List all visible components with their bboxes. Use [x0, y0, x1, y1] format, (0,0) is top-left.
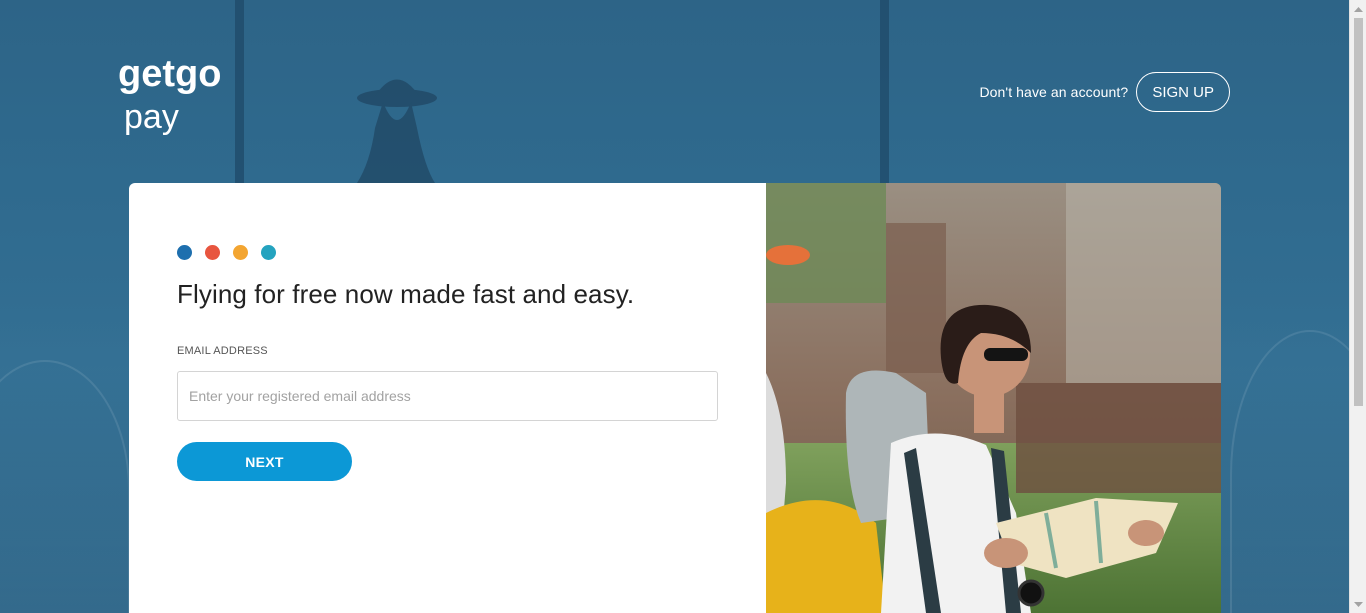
background-pole [880, 0, 889, 183]
brand-dot [205, 245, 220, 260]
scroll-up-icon[interactable] [1350, 0, 1366, 17]
page-scrollbar[interactable] [1349, 0, 1366, 613]
brand-dot [261, 245, 276, 260]
background-traveler-silhouette [357, 79, 437, 183]
login-form-panel: Flying for free now made fast and easy. … [129, 183, 766, 613]
brand-dot [177, 245, 192, 260]
page-background: getgo pay Don't have an account? SIGN UP… [0, 0, 1366, 613]
login-card: Flying for free now made fast and easy. … [129, 183, 1221, 613]
page-headline: Flying for free now made fast and easy. [177, 279, 635, 309]
email-field-label: EMAIL ADDRESS [177, 345, 268, 357]
brand-dot [233, 245, 248, 260]
header-signup-area: Don't have an account? SIGN UP [979, 72, 1230, 112]
scrollbar-thumb[interactable] [1354, 18, 1363, 406]
svg-text:pay: pay [124, 98, 179, 136]
account-prompt-text: Don't have an account? [979, 84, 1129, 100]
svg-text:getgo: getgo [118, 53, 221, 95]
brand-dots [177, 245, 276, 260]
traveler-photo-illustration [766, 183, 1221, 613]
getgo-pay-logo: getgo pay [118, 53, 221, 136]
next-button[interactable]: NEXT [177, 442, 352, 481]
email-field[interactable] [177, 371, 718, 421]
traveler-photo [766, 183, 1221, 613]
scroll-down-icon[interactable] [1350, 596, 1366, 613]
sign-up-button[interactable]: SIGN UP [1136, 72, 1230, 112]
